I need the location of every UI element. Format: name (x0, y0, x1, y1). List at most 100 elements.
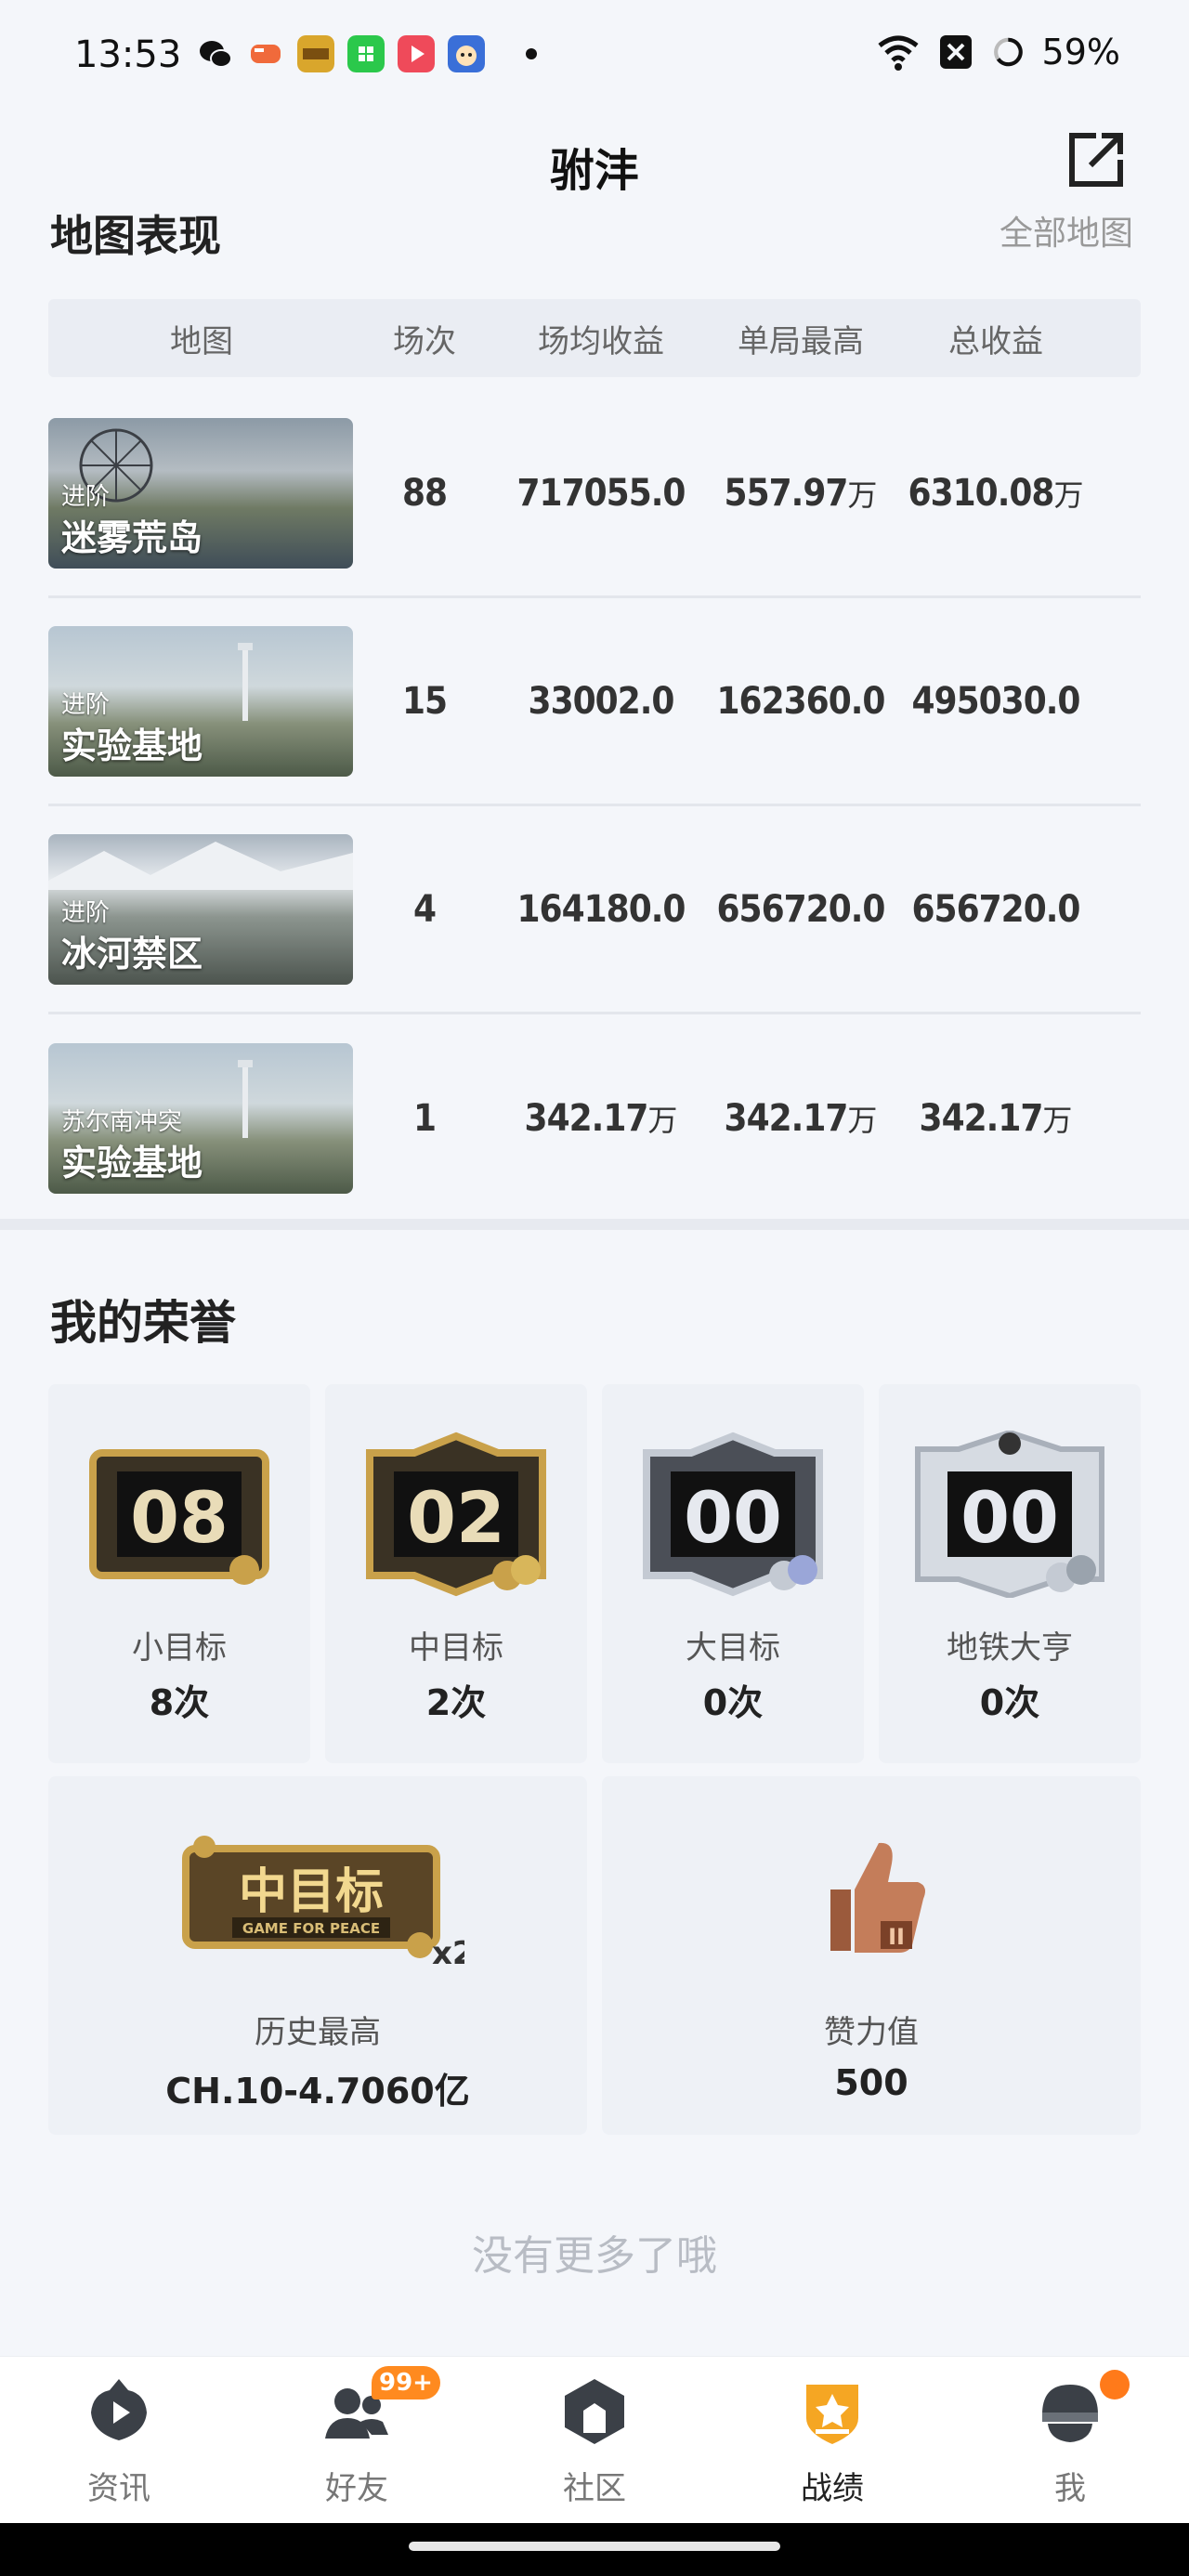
svg-text:中目标: 中目标 (239, 1864, 384, 1920)
battery-ring-icon (993, 37, 1023, 67)
friends-badge: 99+ (372, 2366, 440, 2399)
notification-dot (1100, 2370, 1130, 2399)
effort-value-card[interactable]: II 赞力值 500 (602, 1776, 1141, 2135)
avg-cell: 717055.0 (516, 471, 686, 515)
history-best-label: 历史最高 (255, 2014, 381, 2051)
bottom-nav: 资讯 99+ 好友 社区 战绩 我 (0, 2356, 1189, 2523)
honor-card-medium-goal[interactable]: 02 中目标 2次 (325, 1384, 587, 1763)
status-bar: 13:53 59% (0, 0, 1189, 111)
app-header: 驸沣 (0, 111, 1189, 214)
home-indicator[interactable] (409, 2542, 780, 2551)
games-cell: 4 (412, 887, 437, 931)
nav-friends[interactable]: 99+ 好友 (238, 2357, 476, 2523)
nav-me[interactable]: 我 (951, 2357, 1189, 2523)
profile-icon (1042, 2385, 1098, 2442)
total-cell: 656720.0 (911, 887, 1081, 931)
big-goal-badge-icon: 00 (643, 1432, 823, 1597)
table-row[interactable]: 进阶 实验基地 15 33002.0 162360.0 495030.0 (48, 598, 1141, 806)
svg-text:02: 02 (407, 1476, 505, 1559)
share-icon[interactable] (1059, 123, 1133, 197)
table-row[interactable]: 进阶 迷雾荒岛 88 717055.0 557.97万 6310.08万 (48, 390, 1141, 598)
total-cell: 342.17万 (919, 1097, 1073, 1140)
news-icon (91, 2379, 147, 2440)
honors-title: 我的荣誉 (50, 1296, 236, 1350)
map-name: 冰河禁区 (61, 933, 203, 974)
map-performance-header: 地图表现 全部地图 (0, 214, 1189, 297)
map-mode-tag: 进阶 (61, 482, 111, 511)
effort-value: 500 (834, 2062, 908, 2103)
honor-label: 大目标 (686, 1629, 780, 1667)
history-best-value: CH.10-4.7060亿 (165, 2071, 470, 2112)
map-name: 实验基地 (61, 1143, 203, 1183)
best-cell: 162360.0 (716, 679, 886, 723)
more-notifications-dot (526, 48, 537, 59)
svg-text:GAME FOR PEACE: GAME FOR PEACE (242, 1920, 380, 1937)
table-row[interactable]: 进阶 冰河禁区 4 164180.0 656720.0 656720.0 (48, 806, 1141, 1014)
game-app-icon (251, 45, 281, 63)
map-mode-tag: 进阶 (61, 690, 111, 719)
system-status: 59% (877, 32, 1120, 72)
history-best-card[interactable]: 中目标 GAME FOR PEACE x2 历史最高 CH.10-4.7060亿 (48, 1776, 587, 2135)
nav-community[interactable]: 社区 (476, 2357, 713, 2523)
total-cell: 6310.08万 (908, 471, 1084, 515)
notification-icons (197, 35, 537, 72)
map-name: 实验基地 (61, 725, 203, 766)
peace-elite-app-icon (297, 35, 334, 72)
best-cell: 557.97万 (724, 471, 878, 515)
svg-text:00: 00 (960, 1476, 1059, 1559)
map-name: 迷雾荒岛 (61, 517, 203, 558)
svg-text:00: 00 (684, 1476, 782, 1559)
nav-news[interactable]: 资讯 (0, 2357, 238, 2523)
honor-card-big-goal[interactable]: 00 大目标 0次 (602, 1384, 864, 1763)
honor-count: 0次 (979, 1682, 1040, 1723)
nav-label: 资讯 (87, 2470, 150, 2507)
nav-record[interactable]: 战绩 (713, 2357, 951, 2523)
table-row[interactable]: 苏尔南冲突 实验基地 1 342.17万 342.17万 342.17万 (48, 1014, 1141, 1223)
end-of-list-text: 没有更多了哦 (472, 2232, 717, 2280)
nav-label: 社区 (563, 2470, 626, 2507)
thumbs-up-icon: II (830, 1842, 925, 1953)
wechat-icon (200, 41, 232, 68)
best-cell: 342.17万 (724, 1097, 878, 1140)
header-map: 地图 (170, 322, 233, 360)
tower-icon (238, 1060, 253, 1138)
honor-count: 8次 (149, 1682, 210, 1723)
svg-text:x2: x2 (432, 1935, 464, 1968)
map-thumbnail: 进阶 迷雾荒岛 (48, 417, 353, 569)
header-avg: 场均收益 (538, 322, 664, 360)
nav-label: 战绩 (801, 2470, 864, 2507)
table-header: 地图 场次 场均收益 单局最高 总收益 (48, 299, 1141, 377)
avg-cell: 342.17万 (524, 1097, 678, 1140)
map-mode-tag: 进阶 (61, 898, 111, 927)
avg-cell: 33002.0 (528, 679, 675, 723)
avg-cell: 164180.0 (516, 887, 686, 931)
honor-label: 地铁大亨 (947, 1629, 1073, 1667)
community-icon (565, 2379, 624, 2444)
all-maps-link[interactable]: 全部地图 (1000, 214, 1133, 255)
honor-card-small-goal[interactable]: 08 小目标 8次 (48, 1384, 310, 1763)
green-app-icon (347, 35, 385, 72)
small-goal-badge-icon: 08 (89, 1449, 269, 1585)
nav-label: 好友 (325, 2470, 388, 2507)
status-time: 13:53 (74, 33, 182, 76)
medium-goal-plaque-icon: 中目标 GAME FOR PEACE x2 (182, 1836, 464, 1968)
honor-label: 小目标 (132, 1629, 227, 1667)
games-cell: 15 (401, 679, 448, 723)
honor-count: 2次 (425, 1682, 487, 1723)
map-thumbnail: 进阶 冰河禁区 (48, 833, 353, 985)
battery-percent: 59% (1041, 32, 1120, 72)
section-title: 地图表现 (50, 214, 221, 261)
svg-text:II: II (888, 1924, 905, 1950)
honor-card-metro-tycoon[interactable]: 00 地铁大亨 0次 (879, 1384, 1141, 1763)
video-app-icon (398, 35, 435, 72)
metro-tycoon-badge-icon: 00 (915, 1431, 1104, 1598)
header-games: 场次 (393, 322, 456, 360)
record-icon (806, 2385, 858, 2444)
wifi-icon (877, 35, 919, 71)
cartoon-app-icon (448, 35, 485, 72)
header-total: 总收益 (948, 322, 1043, 360)
nav-label: 我 (1054, 2470, 1086, 2507)
map-mode-tag: 苏尔南冲突 (61, 1108, 183, 1136)
no-sim-icon (939, 35, 972, 69)
games-cell: 1 (412, 1097, 437, 1140)
